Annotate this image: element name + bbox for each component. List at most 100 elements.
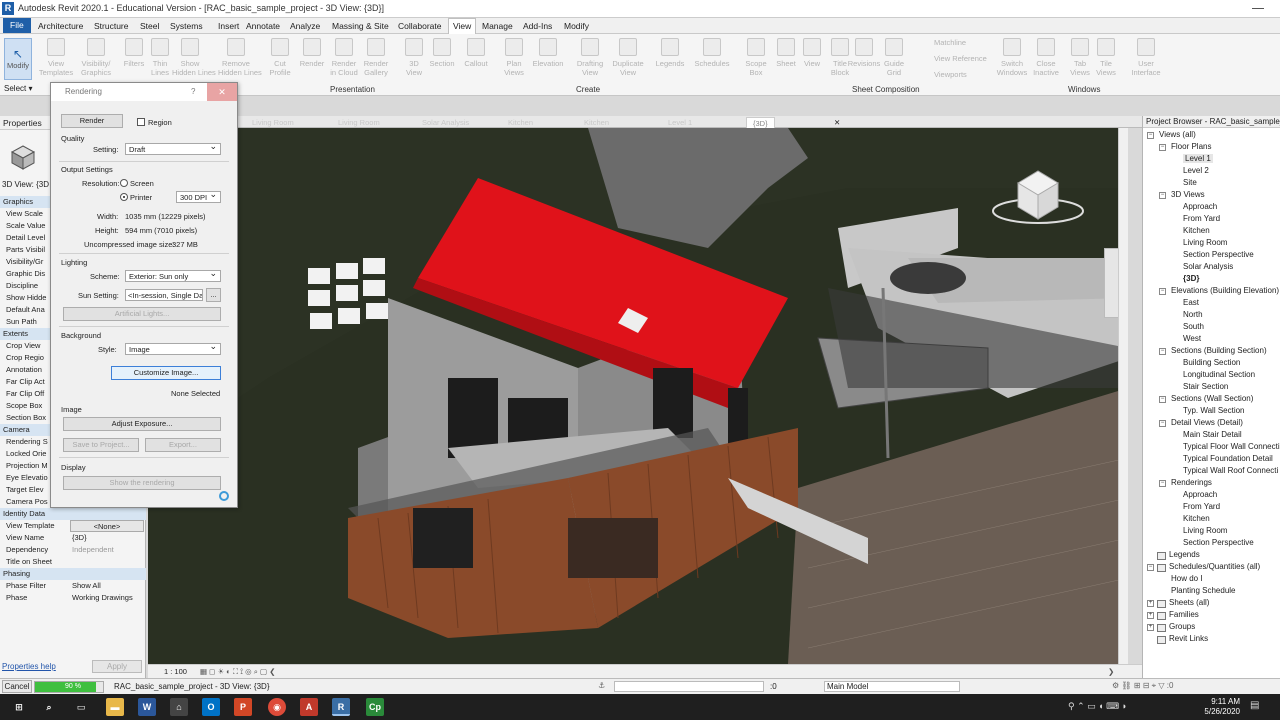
browser-item[interactable]: Level 2	[1183, 166, 1209, 175]
browser-item[interactable]: Kitchen	[1183, 226, 1210, 235]
word-icon[interactable]: W	[138, 698, 156, 716]
browser-item[interactable]: Typical Wall Roof Connecti	[1183, 466, 1278, 475]
selection-filter-icons[interactable]: ⚙ ⛓ ⊞ ⊟ ⌖ ▽ :0	[1112, 681, 1173, 691]
ribbon-tool-show-hidden-lines[interactable]: Show Hidden Lines	[172, 38, 216, 77]
collapse-icon[interactable]: −	[1159, 396, 1166, 403]
chrome-icon[interactable]: ◉	[268, 698, 286, 716]
save-to-project-button[interactable]: Save to Project...	[63, 438, 139, 452]
expand-icon[interactable]: +	[1147, 624, 1154, 631]
render-button[interactable]: Render	[61, 114, 123, 128]
browser-item[interactable]: Families	[1169, 610, 1199, 619]
property-row[interactable]: View Name {3D}	[2, 532, 144, 544]
browser-item[interactable]: Solar Analysis	[1183, 262, 1233, 271]
property-row[interactable]: Phase Working Drawings	[2, 592, 144, 604]
ribbon-tab-structure[interactable]: Structure	[90, 20, 133, 32]
acrobat-icon[interactable]: A	[300, 698, 318, 716]
browser-item[interactable]: 3D Views	[1171, 190, 1205, 199]
browser-item[interactable]: South	[1183, 322, 1204, 331]
browser-item[interactable]: Stair Section	[1183, 382, 1228, 391]
browser-item[interactable]: Section Perspective	[1183, 538, 1254, 547]
view-controls-icon[interactable]: ▦ ◻ ☀ ◐ ⛶ ⟟ ◎ ⌕ ▢ ❮	[200, 667, 275, 677]
browser-item[interactable]: Typical Foundation Detail	[1183, 454, 1273, 463]
ribbon-tool-user-interface[interactable]: User Interface	[1128, 38, 1164, 77]
property-value[interactable]: Independent	[70, 544, 144, 556]
browser-item[interactable]: Site	[1183, 178, 1197, 187]
dpi-select[interactable]: 300 DPI	[176, 191, 221, 203]
system-tray-icons[interactable]: ⚲ ⌃ ▭ ◖ ⌨ ◗	[1068, 701, 1127, 712]
help-button[interactable]: ?	[191, 87, 195, 96]
ribbon-tool-schedules[interactable]: Schedules	[694, 38, 730, 68]
ribbon-tab-architecture[interactable]: Architecture	[34, 20, 87, 32]
browser-item[interactable]: From Yard	[1183, 214, 1220, 223]
apply-button[interactable]: Apply	[92, 660, 142, 673]
ribbon-tab-steel[interactable]: Steel	[136, 20, 163, 32]
collapse-icon[interactable]: −	[1159, 480, 1166, 487]
browser-item[interactable]: Planting Schedule	[1171, 586, 1236, 595]
ribbon-tool-render[interactable]: Render	[294, 38, 330, 68]
customize-image-button[interactable]: Customize Image...	[111, 366, 221, 380]
browser-item[interactable]: Elevations (Building Elevation)	[1171, 286, 1279, 295]
scroll-right-icon[interactable]: ❯	[1108, 667, 1114, 676]
property-row[interactable]: Phase Filter Show All	[2, 580, 144, 592]
view-tab[interactable]: Kitchen	[578, 117, 615, 128]
property-group-header[interactable]: Phasing	[0, 568, 146, 580]
region-checkbox[interactable]	[137, 118, 145, 126]
browser-item[interactable]: Kitchen	[1183, 514, 1210, 523]
browser-item[interactable]: From Yard	[1183, 502, 1220, 511]
browser-item[interactable]: Approach	[1183, 490, 1217, 499]
property-row[interactable]: View Template <None>	[2, 520, 144, 532]
browser-item[interactable]: North	[1183, 310, 1203, 319]
captivate-icon[interactable]: Cp	[366, 698, 384, 716]
ribbon-small-view-reference[interactable]: View Reference	[934, 54, 987, 63]
close-tab-icon[interactable]: ✕	[828, 117, 846, 128]
view-tab[interactable]: Level 1	[662, 117, 698, 128]
artificial-lights-button[interactable]: Artificial Lights...	[63, 307, 221, 321]
browser-item[interactable]: How do I	[1171, 574, 1203, 583]
ribbon-tool-legends[interactable]: Legends	[652, 38, 688, 68]
expand-icon[interactable]: +	[1147, 612, 1154, 619]
collapse-icon[interactable]: −	[1159, 348, 1166, 355]
export-button[interactable]: Export...	[145, 438, 221, 452]
browser-item[interactable]: Groups	[1169, 622, 1195, 631]
collapse-icon[interactable]: −	[1147, 132, 1154, 139]
view-tab[interactable]: {3D}	[746, 117, 775, 128]
screen-radio[interactable]	[120, 179, 128, 187]
ribbon-tool-remove-hidden-lines[interactable]: Remove Hidden Lines	[218, 38, 262, 77]
browser-item[interactable]: Typ. Wall Section	[1183, 406, 1245, 415]
browser-item[interactable]: Schedules/Quantities (all)	[1169, 562, 1260, 571]
workset-icon[interactable]: ⚓	[598, 681, 605, 690]
browser-item[interactable]: East	[1183, 298, 1199, 307]
property-group-header[interactable]: Identity Data	[0, 508, 146, 520]
close-icon[interactable]: ✕	[207, 83, 237, 101]
browser-item[interactable]: West	[1183, 334, 1201, 343]
collapse-icon[interactable]: −	[1159, 420, 1166, 427]
browser-item[interactable]: Views (all)	[1159, 130, 1196, 139]
design-option-select[interactable]: Main Model	[824, 681, 960, 692]
ribbon-tool-plan-views[interactable]: Plan Views	[496, 38, 532, 77]
task-view-icon[interactable]: ▭	[72, 698, 90, 716]
browser-item[interactable]: Typical Floor Wall Connecti	[1183, 442, 1280, 451]
ribbon-tab-annotate[interactable]: Annotate	[242, 20, 284, 32]
ribbon-small-viewports[interactable]: Viewports	[934, 70, 967, 79]
ribbon-tab-file[interactable]: File	[3, 18, 31, 33]
notifications-icon[interactable]: ▤	[1250, 700, 1259, 711]
view-tab[interactable]: Living Room	[332, 117, 386, 128]
file-explorer-icon[interactable]: ▬	[106, 698, 124, 716]
ribbon-small-matchline[interactable]: Matchline	[934, 38, 966, 47]
browser-item[interactable]: Legends	[1169, 550, 1200, 559]
property-row[interactable]: Title on Sheet	[2, 556, 144, 568]
browser-item[interactable]: Section Perspective	[1183, 250, 1254, 259]
ribbon-tab-collaborate[interactable]: Collaborate	[394, 20, 445, 32]
printer-radio[interactable]	[120, 193, 128, 201]
sun-setting-browse-button[interactable]: ...	[206, 288, 221, 302]
browser-item[interactable]: Floor Plans	[1171, 142, 1211, 151]
store-icon[interactable]: ⌂	[170, 698, 188, 716]
modify-button[interactable]: ↖ Modify	[4, 38, 32, 80]
collapse-icon[interactable]: −	[1159, 144, 1166, 151]
collapse-icon[interactable]: −	[1147, 564, 1154, 571]
ribbon-tool-view-templates[interactable]: View Templates	[38, 38, 74, 77]
view-tab[interactable]: Solar Analysis	[416, 117, 475, 128]
search-icon[interactable]: ⌕	[40, 698, 58, 716]
3d-viewport[interactable]	[148, 128, 1128, 664]
view-tab[interactable]: Kitchen	[502, 117, 539, 128]
